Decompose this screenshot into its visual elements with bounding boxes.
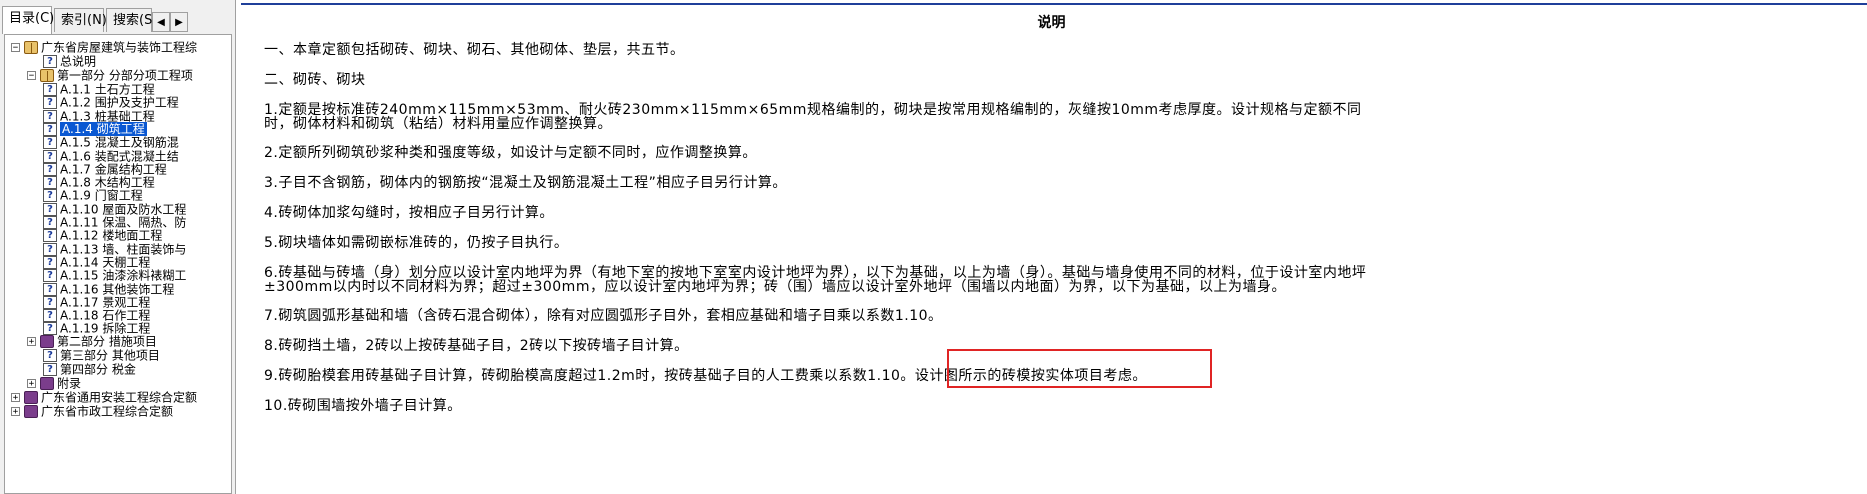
chevron-right-icon: ▶ xyxy=(175,17,183,28)
tab-scroll-left-button[interactable]: ◀ xyxy=(152,12,170,32)
contents-pane: 目录(C) 索引(N) 搜索(S) ◀ ▶ −广东省房屋建筑与装饰工程综 总说明… xyxy=(0,0,236,494)
paragraph: 8.砖砌挡土墙，2砖以上按砖基础子目，2砖以下按砖墙子目计算。 xyxy=(264,338,689,354)
tree-node-municipal-quota[interactable]: + 广东省市政工程综合定额 xyxy=(11,403,173,419)
paragraph: 2.定额所列砌筑砂浆种类和强度等级，如设计与定额不同时，应作调整换算。 xyxy=(264,145,757,161)
expand-icon[interactable]: + xyxy=(11,407,20,417)
paragraph: 一、本章定额包括砌砖、砌块、砌石、其他砌体、垫层，共五节。 xyxy=(264,42,685,58)
highlight-box xyxy=(947,349,1212,388)
paragraph: 7.砌筑圆弧形基础和墙（含砖石混合砌体），除有对应圆弧形子目外，套相应基础和墙子… xyxy=(264,308,943,324)
tab-search[interactable]: 搜索(S) xyxy=(106,8,157,32)
contents-tree[interactable]: −广东省房屋建筑与装饰工程综 总说明 −第一部分 分部分项工程项 A.1.1 土… xyxy=(4,34,232,494)
paragraph: 二、砌砖、砌块 xyxy=(264,72,366,88)
book-icon xyxy=(24,405,38,418)
tree-node-label: 广东省市政工程综合定额 xyxy=(41,404,174,419)
collapse-icon[interactable]: − xyxy=(11,43,20,53)
paragraph: 9.砖砌胎模套用砖基础子目计算，砖砌胎模高度超过1.2m时，按砖基础子目的人工费… xyxy=(264,368,1147,384)
collapse-icon[interactable]: − xyxy=(27,71,36,81)
paragraph: 5.砌块墙体如需砌嵌标准砖的，仍按子目执行。 xyxy=(264,235,569,251)
tree-node-root[interactable]: − 广东省房屋建筑与装饰工程综 xyxy=(11,39,197,55)
pane-tabs: 目录(C) 索引(N) 搜索(S) ◀ ▶ xyxy=(2,6,234,34)
paragraph: 4.砖砌体加浆勾缝时，按相应子目另行计算。 xyxy=(264,205,554,221)
page-title: 说明 xyxy=(1037,15,1066,31)
expand-icon[interactable]: + xyxy=(27,379,36,389)
paragraph: 10.砖砌围墙按外墙子目计算。 xyxy=(264,398,462,414)
document-view[interactable]: 说明 一、本章定额包括砌砖、砌块、砌石、其他砌体、垫层，共五节。 二、砌砖、砌块… xyxy=(236,0,1867,494)
tab-contents[interactable]: 目录(C) xyxy=(2,6,54,34)
tab-index[interactable]: 索引(N) xyxy=(54,8,107,32)
paragraph: 6.砖基础与砖墙（身）划分应以设计室内地坪为界（有地下室的按地下室室内设计地坪为… xyxy=(264,265,1367,295)
expand-icon[interactable]: + xyxy=(27,337,36,347)
expand-icon[interactable]: + xyxy=(11,393,20,403)
chevron-left-icon: ◀ xyxy=(157,17,165,28)
paragraph: 3.子目不含钢筋，砌体内的钢筋按“混凝土及钢筋混凝土工程”相应子目另行计算。 xyxy=(264,175,787,191)
paragraph: 1.定额是按标准砖240mm×115mm×53mm、耐火砖230mm×115mm… xyxy=(264,102,1362,132)
open-book-icon xyxy=(24,41,38,54)
top-rule xyxy=(241,3,1867,5)
tab-scroll-right-button[interactable]: ▶ xyxy=(170,12,188,32)
